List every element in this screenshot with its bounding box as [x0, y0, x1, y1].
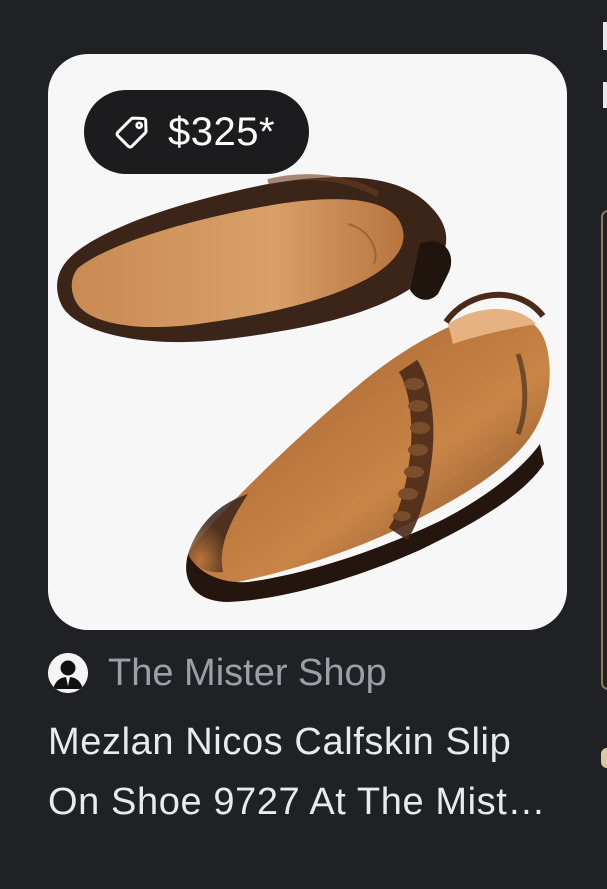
price-badge[interactable]: $325*	[84, 90, 310, 174]
price-text: $325*	[168, 109, 276, 154]
product-image[interactable]: $325*	[48, 54, 567, 630]
shop-name: The Mister Shop	[108, 651, 387, 694]
neighbor-card-avatar	[601, 748, 607, 768]
neighbor-card-fragment	[603, 82, 607, 108]
neighbor-card-fragment	[603, 22, 607, 50]
shop-row[interactable]: The Mister Shop	[48, 648, 387, 698]
person-avatar-icon	[48, 653, 88, 693]
product-title[interactable]: Mezlan Nicos Calfskin Slip On Shoe 9727 …	[48, 712, 567, 832]
neighbor-card-edge[interactable]	[601, 210, 607, 690]
tag-icon	[115, 116, 148, 149]
screen: $325* The Mister Shop Mezlan Nicos Calfs…	[0, 0, 607, 889]
